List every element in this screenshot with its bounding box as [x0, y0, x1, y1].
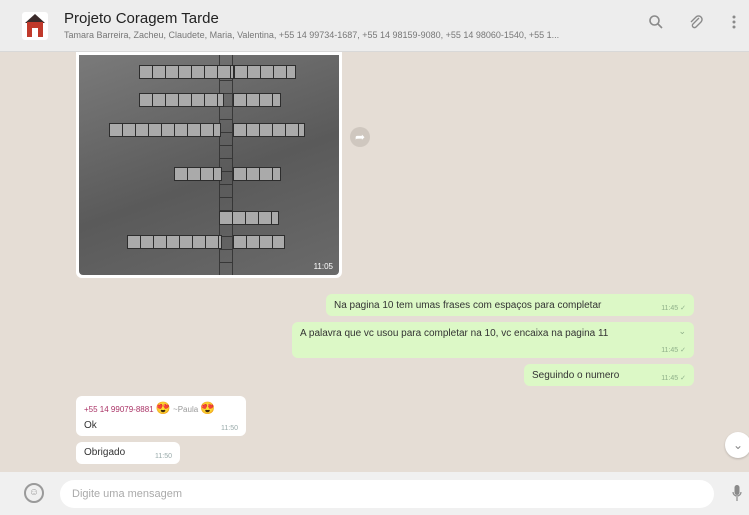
- sender-name[interactable]: +55 14 99079-8881 😍 ~Paula 😍: [84, 401, 215, 415]
- chat-header: Projeto Coragem Tarde Tamara Barreira, Z…: [0, 0, 749, 52]
- crossword-row: [139, 65, 234, 79]
- message-text: Seguindo o numero: [532, 370, 620, 381]
- message-time: 11:45 ✓: [661, 347, 686, 354]
- composer-bar: ☺: [0, 472, 749, 515]
- message-input[interactable]: [60, 480, 714, 508]
- message-list[interactable]: 11:05 ➦ Na pagina 10 tem umas frases com…: [0, 52, 749, 472]
- message-time: 11:50: [221, 425, 238, 432]
- group-members[interactable]: Tamara Barreira, Zacheu, Claudete, Maria…: [64, 30, 624, 40]
- menu-icon[interactable]: [722, 14, 746, 38]
- outgoing-message[interactable]: A palavra que vc usou para completar na …: [292, 322, 694, 358]
- scroll-down-button[interactable]: ⌄: [725, 432, 749, 458]
- outgoing-message[interactable]: Seguindo o numero 11:45 ✓: [524, 364, 694, 386]
- incoming-message[interactable]: Obrigado 11:50: [76, 442, 180, 464]
- chevron-down-icon[interactable]: ⌄: [678, 326, 686, 337]
- emoji-icon[interactable]: ☺: [24, 483, 44, 503]
- incoming-message[interactable]: +55 14 99079-8881 😍 ~Paula 😍 Ok 11:50: [76, 396, 246, 436]
- avatar-door: [32, 28, 38, 37]
- message-text: Ok: [84, 420, 97, 431]
- message-time: 11:05: [313, 262, 333, 271]
- crossword-row: [219, 211, 279, 225]
- crossword-row: [127, 235, 222, 249]
- crossword-row: [234, 65, 296, 79]
- emoji-icon: 😍: [200, 401, 216, 415]
- crossword-row: [233, 167, 281, 181]
- message-text: Obrigado: [84, 447, 126, 458]
- message-time: 11:45 ✓: [661, 305, 686, 312]
- crossword-row: [233, 235, 285, 249]
- forward-icon[interactable]: ➦: [350, 127, 370, 147]
- attach-icon[interactable]: [684, 14, 708, 38]
- crossword-row: [109, 123, 221, 137]
- group-avatar[interactable]: [22, 12, 48, 40]
- emoji-icon: 😍: [155, 401, 171, 415]
- image-message[interactable]: 11:05: [76, 52, 342, 278]
- microphone-icon[interactable]: [731, 484, 743, 504]
- message-text: A palavra que vc usou para completar na …: [300, 328, 609, 339]
- message-text: Na pagina 10 tem umas frases com espaços…: [334, 300, 602, 311]
- chat-title[interactable]: Projeto Coragem Tarde: [64, 10, 219, 27]
- crossword-row: [174, 167, 222, 181]
- crossword-row: [139, 93, 224, 107]
- crossword-photo[interactable]: 11:05: [79, 55, 339, 275]
- crossword-row: [233, 93, 281, 107]
- crossword-row: [233, 123, 305, 137]
- outgoing-message[interactable]: Na pagina 10 tem umas frases com espaços…: [326, 294, 694, 316]
- search-icon[interactable]: [644, 14, 668, 38]
- message-time: 11:45 ✓: [661, 375, 686, 382]
- message-time: 11:50: [155, 453, 172, 460]
